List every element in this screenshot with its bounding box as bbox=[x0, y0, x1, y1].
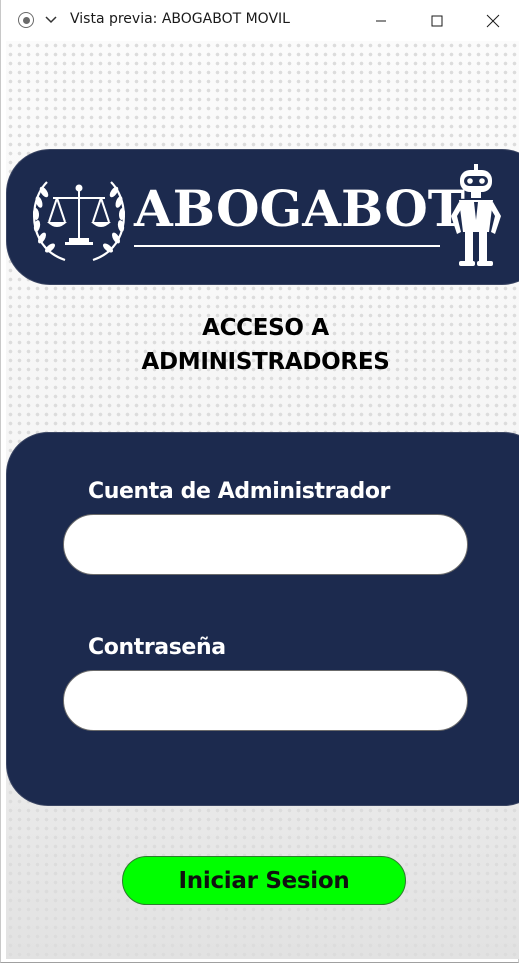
minimize-icon bbox=[376, 20, 386, 21]
maximize-icon bbox=[431, 15, 443, 26]
login-button[interactable]: Iniciar Sesion bbox=[122, 856, 406, 905]
robot-icon bbox=[451, 164, 501, 266]
chevron-down-icon[interactable] bbox=[44, 12, 58, 28]
login-form-panel: Cuenta de Administrador Contraseña bbox=[6, 432, 519, 806]
page-title-line-2: ADMINISTRADORES bbox=[141, 349, 390, 375]
close-icon bbox=[486, 14, 500, 27]
app-content: ABOGABOT ACCESO A ADMINISTRADORES Cuenta… bbox=[6, 41, 519, 959]
logo-banner: ABOGABOT bbox=[6, 149, 519, 285]
password-input[interactable] bbox=[63, 670, 468, 731]
password-label: Contraseña bbox=[88, 635, 226, 660]
scales-of-justice-icon bbox=[32, 181, 126, 262]
close-button[interactable] bbox=[465, 0, 519, 41]
title-bar: Vista previa: ABOGABOT MOVIL bbox=[1, 0, 519, 41]
account-label: Cuenta de Administrador bbox=[88, 479, 391, 504]
brand-wordmark: ABOGABOT bbox=[134, 179, 465, 238]
maximize-button[interactable] bbox=[409, 0, 465, 41]
brand-underline bbox=[134, 245, 440, 247]
window-title: Vista previa: ABOGABOT MOVIL bbox=[70, 11, 290, 27]
preview-window: Vista previa: ABOGABOT MOVIL ABOGABOT AC… bbox=[0, 0, 519, 963]
account-input[interactable] bbox=[63, 514, 468, 575]
minimize-button[interactable] bbox=[353, 0, 409, 41]
page-title-line-1: ACCESO A bbox=[202, 315, 329, 341]
page-title: ACCESO A ADMINISTRADORES bbox=[6, 311, 519, 379]
record-icon[interactable] bbox=[18, 12, 34, 28]
